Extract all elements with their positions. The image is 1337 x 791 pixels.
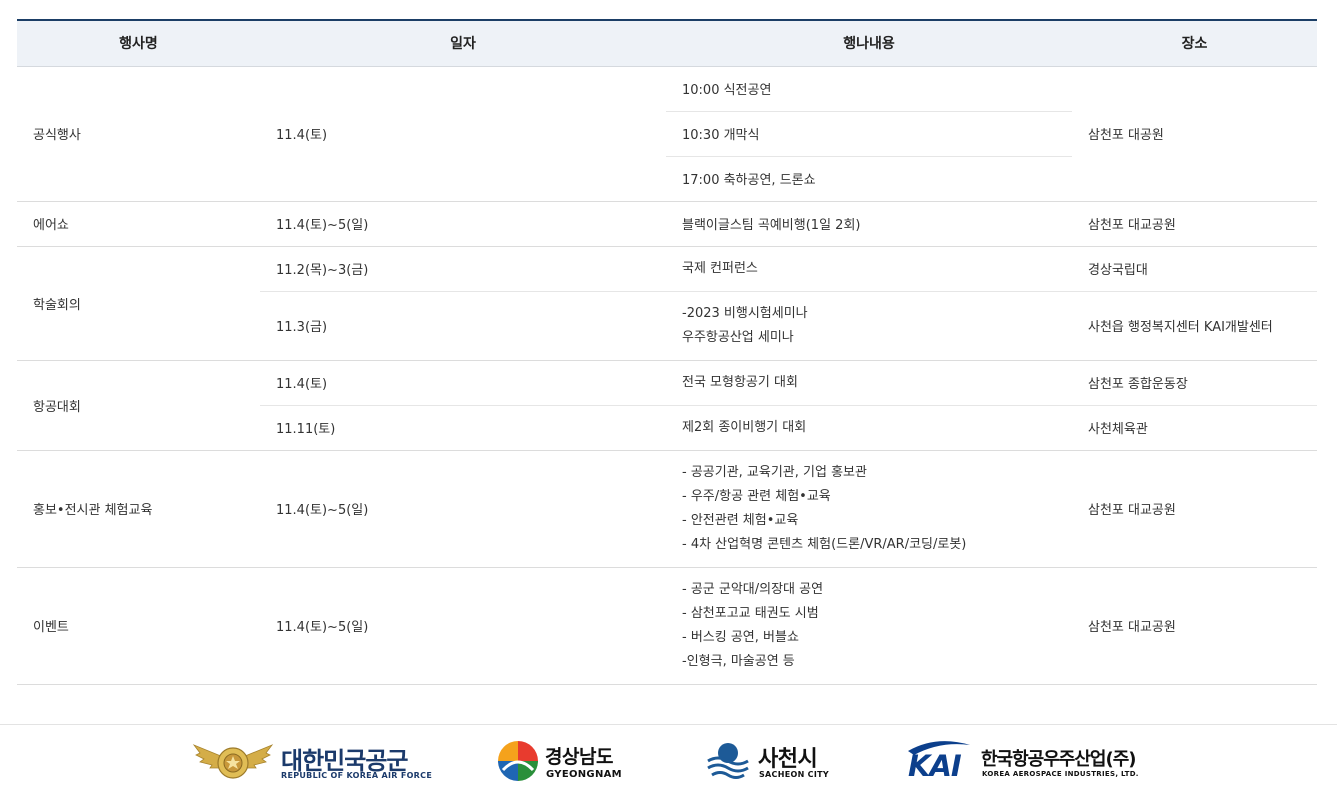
place-cell: 삼천포 대교공원 <box>1072 201 1317 247</box>
content-line: -2023 비행시험세미나 <box>682 305 808 321</box>
content-cell: 10:00 식전공연 <box>666 66 1072 112</box>
date-cell: 11.11(토) <box>260 405 666 451</box>
sacheon-wave-icon <box>707 743 749 779</box>
place-cell: 삼천포 대교공원 <box>1072 450 1317 568</box>
table-row: 에어쇼 11.4(토)~5(일) 블랙이글스팀 곡예비행(1일 2회) 삼천포 … <box>17 201 1317 247</box>
kai-mark: KAI <box>908 749 962 783</box>
event-cell: 학술회의 <box>17 246 260 361</box>
event-cell: 이벤트 <box>17 567 260 685</box>
air-force-sub: REPUBLIC OF KOREA AIR FORCE <box>281 771 433 780</box>
content-line: - 버스킹 공연, 버블쇼 <box>682 629 799 645</box>
kai-name: 한국항공우주산업(주) <box>981 749 1136 770</box>
content-line: - 안전관련 체험•교육 <box>682 512 799 528</box>
header-content: 행나내용 <box>666 19 1072 67</box>
place-cell: 사천읍 행정복지센터 KAI개발센터 <box>1072 291 1317 361</box>
sacheon-sub: SACHEON CITY <box>759 770 829 779</box>
air-force-emblem-icon <box>192 744 274 779</box>
content-cell: 국제 컨퍼런스 <box>666 246 1072 292</box>
place-cell: 삼천포 종합운동장 <box>1072 360 1317 406</box>
table-row: 항공대회 11.4(토) 전국 모형항공기 대회 삼천포 종합운동장 <box>17 360 1317 451</box>
content-cell: 블랙이글스팀 곡예비행(1일 2회) <box>666 201 1072 247</box>
header-event: 행사명 <box>17 19 260 67</box>
content-line: - 공군 군악대/의장대 공연 <box>682 581 824 597</box>
table-row: 공식행사 11.4(토) 10:00 식전공연 삼천포 대공원 <box>17 66 1317 202</box>
content-line: 우주항공산업 세미나 <box>682 329 794 345</box>
schedule-table: 행사명 일자 행나내용 장소 공식행사 11.4(토) 10:00 식전공연 삼… <box>17 19 1317 685</box>
content-line: - 4차 산업혁명 콘텐츠 체험(드론/VR/AR/코딩/로봇) <box>682 536 967 552</box>
content-line: -인형극, 마술공연 등 <box>682 653 795 669</box>
table-row: 학술회의 11.2(목)~3(금) 국제 컨퍼런스 경상국립대 <box>17 246 1317 361</box>
event-cell: 에어쇼 <box>17 201 260 247</box>
gyeongnam-logo[interactable]: 경상남도 GYEONGNAM <box>497 739 622 783</box>
header-place: 장소 <box>1072 19 1317 67</box>
content-cell: 17:00 축하공연, 드론쇼 <box>666 156 1072 202</box>
kai-logo[interactable]: KAI 한국항공우주산업(주) KOREA AEROSPACE INDUSTRI… <box>906 739 1151 783</box>
air-force-logo[interactable]: 대한민국공군 REPUBLIC OF KOREA AIR FORCE <box>192 739 432 783</box>
place-cell: 사천체육관 <box>1072 405 1317 451</box>
content-cell: -2023 비행시험세미나 우주항공산업 세미나 <box>666 291 1072 361</box>
sacheon-name: 사천시 <box>758 747 818 772</box>
gyeongnam-name: 경상남도 <box>545 746 613 768</box>
date-cell: 11.4(토)~5(일) <box>260 201 666 247</box>
event-cell: 항공대회 <box>17 360 260 451</box>
content-line: - 우주/항공 관련 체험•교육 <box>682 488 831 504</box>
content-line: 전국 모형항공기 대회 <box>682 374 798 390</box>
date-cell: 11.4(토) <box>260 66 666 202</box>
gyeongnam-circle-icon <box>498 741 538 781</box>
date-cell: 11.2(목)~3(금) <box>260 246 666 292</box>
content-cell: 제2회 종이비행기 대회 <box>666 405 1072 451</box>
date-cell: 11.4(토)~5(일) <box>260 450 666 568</box>
content-line: 국제 컨퍼런스 <box>682 260 758 276</box>
content-line: - 공공기관, 교육기관, 기업 홍보관 <box>682 464 867 480</box>
place-cell: 삼천포 대교공원 <box>1072 567 1317 685</box>
content-cell: - 공공기관, 교육기관, 기업 홍보관 - 우주/항공 관련 체험•교육 - … <box>666 450 1072 568</box>
event-cell: 공식행사 <box>17 66 260 202</box>
content-cell: 전국 모형항공기 대회 <box>666 360 1072 406</box>
place-cell: 삼천포 대공원 <box>1072 66 1317 202</box>
gyeongnam-sub: GYEONGNAM <box>546 769 622 780</box>
sacheon-logo[interactable]: 사천시 SACHEON CITY <box>706 739 831 783</box>
table-row: 홍보•전시관 체험교육 11.4(토)~5(일) - 공공기관, 교육기관, 기… <box>17 450 1317 568</box>
date-cell: 11.3(금) <box>260 291 666 361</box>
header-date: 일자 <box>260 19 666 67</box>
date-cell: 11.4(토) <box>260 360 666 406</box>
kai-sub: KOREA AEROSPACE INDUSTRIES, LTD. <box>982 770 1139 778</box>
content-line: - 삼천포고교 태권도 시범 <box>682 605 819 621</box>
content-cell: 10:30 개막식 <box>666 111 1072 157</box>
place-cell: 경상국립대 <box>1072 246 1317 292</box>
event-cell: 홍보•전시관 체험교육 <box>17 450 260 568</box>
date-cell: 11.4(토)~5(일) <box>260 567 666 685</box>
content-cell: - 공군 군악대/의장대 공연 - 삼천포고교 태권도 시범 - 버스킹 공연,… <box>666 567 1072 685</box>
table-header-row: 행사명 일자 행나내용 장소 <box>17 19 1317 67</box>
content-line: 제2회 종이비행기 대회 <box>682 419 807 435</box>
footer: 대한민국공군 REPUBLIC OF KOREA AIR FORCE 경상남도 … <box>0 724 1337 791</box>
table-row: 이벤트 11.4(토)~5(일) - 공군 군악대/의장대 공연 - 삼천포고교… <box>17 567 1317 685</box>
